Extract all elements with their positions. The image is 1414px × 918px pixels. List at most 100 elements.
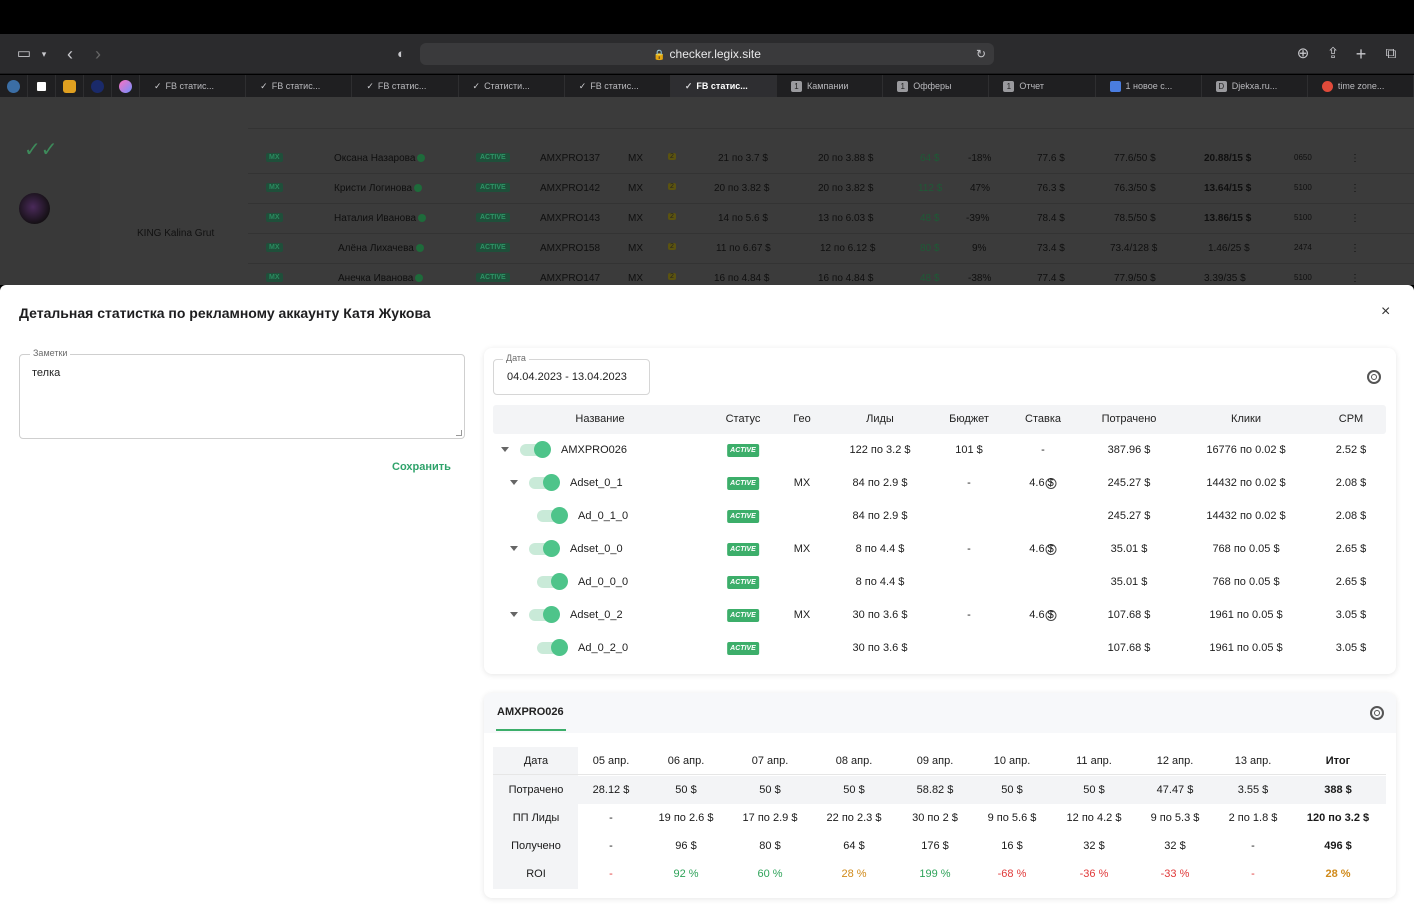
more-icon[interactable]: ⋮: [1350, 273, 1360, 284]
column-header: 08 апр.: [835, 755, 873, 767]
pinned-tab-1[interactable]: [0, 75, 28, 97]
active-toggle[interactable]: [529, 540, 560, 557]
check-icon: ✓: [366, 81, 374, 91]
total-cell: 496 $: [1324, 840, 1352, 852]
browser-tab[interactable]: ✓ FB статис...: [246, 75, 353, 97]
budget: -: [967, 609, 971, 621]
share-icon[interactable]: ⇪: [1325, 43, 1341, 65]
download-icon[interactable]: ⊕: [1295, 43, 1311, 65]
active-toggle[interactable]: [520, 441, 551, 458]
browser-tab[interactable]: time zone...: [1308, 75, 1414, 97]
clicks: 14432 по 0.02 $: [1206, 510, 1286, 522]
status-dot-icon: [417, 154, 426, 162]
table-row: Adset_0_0 ACTIVE MX 8 по 4.4 $ - 4.6 $ i …: [493, 533, 1386, 566]
close-icon[interactable]: ×: [1381, 303, 1390, 321]
table-row: Получено - 96 $ 80 $ 64 $ 176 $ 16 $ 32 …: [493, 832, 1386, 860]
notes-label: Заметки: [30, 348, 71, 358]
new-tab-icon[interactable]: +: [1353, 43, 1369, 65]
column-header: 10 апр.: [993, 755, 1031, 767]
row-label: Потрачено: [508, 784, 564, 796]
table-row: MX Анечка Иванова ACTIVE AMXPRO147 MX 2 …: [248, 264, 1414, 285]
active-toggle[interactable]: [537, 639, 568, 656]
clicks: 1961 по 0.05 $: [1209, 642, 1283, 654]
cell: -33 %: [1160, 868, 1190, 880]
cell: 20 по 3.82 $: [818, 183, 874, 194]
active-toggle[interactable]: [537, 507, 568, 524]
cell: 50 $: [675, 784, 697, 796]
browser-tab[interactable]: ✓ Статисти...: [459, 75, 565, 97]
spent: 35.01 $: [1110, 543, 1148, 555]
date-range-field[interactable]: Дата 04.04.2023 - 13.04.2023: [493, 353, 650, 395]
date-value[interactable]: 04.04.2023 - 13.04.2023: [507, 371, 627, 383]
table-row: Ad_0_2_0 ACTIVE 30 по 3.6 $ 107.68 $ 196…: [493, 632, 1386, 665]
chat-icon: [1109, 81, 1121, 93]
browser-tab[interactable]: 1 Отчет: [989, 75, 1096, 97]
table-row: MX Наталия Иванова ACTIVE AMXPRO143 MX 2…: [248, 204, 1414, 234]
tab-overview-icon[interactable]: ⧉: [1383, 43, 1399, 65]
back-icon[interactable]: ‹: [62, 43, 78, 65]
check-icon: ✓: [260, 81, 268, 91]
sidebar-icon[interactable]: ▭: [14, 43, 34, 65]
caret-down-icon[interactable]: [510, 480, 518, 485]
gear-icon[interactable]: [1367, 370, 1381, 384]
caret-down-icon[interactable]: [510, 546, 518, 551]
budget: -: [967, 543, 971, 555]
count-badge: 2: [668, 213, 676, 220]
active-toggle[interactable]: [529, 474, 560, 491]
cell: 50 $: [1001, 784, 1023, 796]
browser-tab[interactable]: 1 Офферы: [883, 75, 990, 97]
leads: 8 по 4.4 $: [855, 576, 905, 588]
row-label: Получено: [511, 840, 561, 852]
browser-tab[interactable]: D Djekxa.ru...: [1202, 75, 1308, 97]
forward-icon[interactable]: ›: [90, 43, 106, 65]
date-label: Дата: [503, 353, 529, 363]
save-button[interactable]: Сохранить: [392, 461, 451, 473]
cell: 20 по 3.88 $: [818, 153, 874, 164]
browser-tab[interactable]: 1 Кампании: [777, 75, 884, 97]
tab-account[interactable]: AMXPRO026: [497, 706, 564, 718]
cell: -38%: [968, 273, 992, 284]
browser-tab-active[interactable]: ✓ FB статис...: [670, 75, 778, 97]
pinned-tab-2[interactable]: [28, 75, 56, 97]
more-icon[interactable]: ⋮: [1350, 153, 1360, 164]
orb-icon: [119, 79, 132, 93]
browser-tab[interactable]: ✓ FB статис...: [140, 75, 247, 97]
table-header: Дата 05 апр. 06 апр. 07 апр. 08 апр. 09 …: [493, 747, 1386, 775]
caret-down-icon[interactable]: [501, 447, 509, 452]
row-name: Adset_0_2: [570, 609, 623, 621]
shield-icon[interactable]: ◐: [393, 43, 409, 65]
pinned-tab-4[interactable]: [84, 75, 112, 97]
row-name: Алёна Лихачева: [338, 243, 424, 254]
address-bar[interactable]: 🔒 checker.legix.site ↻: [420, 43, 994, 65]
status-badge: ACTIVE: [476, 213, 510, 222]
pinned-tab-5[interactable]: [112, 75, 140, 97]
resize-handle-icon[interactable]: [456, 430, 462, 436]
browser-tab[interactable]: ✓ FB статис...: [565, 75, 671, 97]
total-cell: 388 $: [1324, 784, 1352, 796]
cell: 80 $: [920, 243, 940, 254]
account-id: AMXPRO147: [540, 273, 601, 284]
pinned-tab-3[interactable]: [56, 75, 84, 97]
gear-icon[interactable]: [1370, 706, 1384, 720]
more-icon[interactable]: ⋮: [1350, 243, 1360, 254]
check-icon: ✓: [154, 81, 162, 91]
geo: MX: [628, 183, 643, 194]
cell: -39%: [966, 213, 990, 224]
more-icon[interactable]: ⋮: [1350, 213, 1360, 224]
spent: 107.68 $: [1107, 642, 1151, 654]
active-toggle[interactable]: [537, 573, 568, 590]
notes-value[interactable]: телка: [32, 367, 60, 379]
caret-down-icon[interactable]: [510, 612, 518, 617]
more-icon[interactable]: ⋮: [1350, 183, 1360, 194]
notes-field[interactable]: Заметки телка: [19, 348, 465, 439]
browser-tab[interactable]: 1 новое с...: [1096, 75, 1202, 97]
active-toggle[interactable]: [529, 606, 560, 623]
reload-icon[interactable]: ↻: [976, 43, 986, 65]
cell: 199 %: [919, 868, 951, 880]
row-name: Ad_0_0_0: [578, 576, 629, 588]
cell: 50 $: [759, 784, 781, 796]
chevron-down-icon[interactable]: ▾: [38, 43, 50, 65]
browser-tab[interactable]: ✓ FB статис...: [352, 75, 459, 97]
cpm: 3.05 $: [1335, 609, 1367, 621]
cell: 13.86/15 $: [1204, 213, 1252, 224]
